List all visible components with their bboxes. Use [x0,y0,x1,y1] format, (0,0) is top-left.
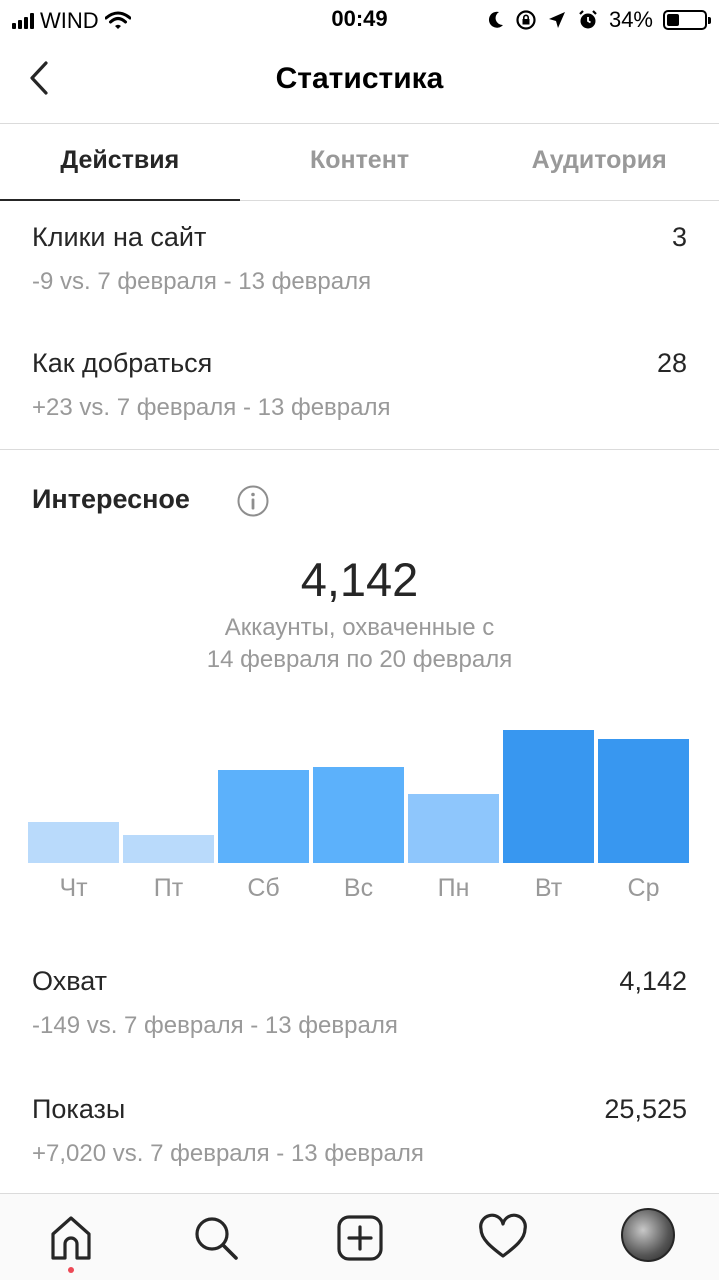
alarm-icon [579,10,597,29]
metric-value: 4,142 [619,966,687,996]
tab-bar: Действия Контент Аудитория [0,124,719,201]
metric-website-clicks: Клики на сайт 3 -9 vs. 7 февраля - 13 фе… [32,222,687,312]
home-icon[interactable] [45,1212,97,1264]
bottom-nav [0,1193,719,1280]
chart-day-label-1: Пт [153,874,184,902]
chart-bar-6 [598,739,689,863]
new-post-icon[interactable] [334,1212,386,1264]
tab-content[interactable]: Контент [240,124,480,200]
header: Статистика [0,40,719,124]
notification-dot [68,1267,74,1273]
profile-avatar[interactable] [621,1208,675,1262]
metric-value: 28 [656,348,687,378]
battery-icon [663,10,711,30]
metric-delta: +7,020 vs. 7 февраля - 13 февраля [32,1140,424,1167]
rotation-lock-icon [516,10,536,30]
status-bar: WIND 00:49 34% [0,0,719,40]
moon-icon [488,11,503,28]
metric-delta: -149 vs. 7 февраля - 13 февраля [32,1012,398,1039]
chart-bar-2 [218,770,309,863]
metric-label: Охват [32,966,108,996]
accounts-reached-period: 14 февраля по 20 февраля [206,646,513,673]
chart-bar-5 [503,730,594,863]
activity-heart-icon[interactable] [477,1212,529,1264]
tab-actions[interactable]: Действия [0,124,240,201]
chart-bar-4 [408,794,499,863]
accounts-reached-total: 4,142 [300,553,419,606]
chart-bar-3 [313,767,404,863]
chart-day-label-0: Чт [59,874,88,902]
metric-label: Клики на сайт [32,222,207,252]
location-icon [548,12,565,28]
tab-audience[interactable]: Аудитория [479,124,719,200]
metric-get-directions: Как добраться 28 +23 vs. 7 февраля - 13 … [32,348,687,438]
chart-day-label-3: Вс [343,874,374,902]
section-divider [0,449,719,450]
battery-fill [667,14,679,26]
chart-bar-1 [123,835,214,863]
info-icon[interactable] [236,484,270,518]
metric-value: 25,525 [604,1094,687,1124]
metric-delta: +23 vs. 7 февраля - 13 февраля [32,394,391,421]
accounts-reached-caption: Аккаунты, охваченные с [224,614,495,641]
metric-reach: Охват 4,142 -149 vs. 7 февраля - 13 февр… [32,966,687,1056]
metric-impressions: Показы 25,525 +7,020 vs. 7 февраля - 13 … [32,1094,687,1184]
chart-day-label-2: Сб [247,874,280,902]
metric-value: 3 [671,222,687,252]
metric-delta: -9 vs. 7 февраля - 13 февраля [32,268,372,295]
reach-bar-chart: Чт Пт Сб Вс Пн Вт Ср [28,700,692,910]
chart-day-label-6: Ср [627,874,660,902]
search-icon[interactable] [190,1212,242,1264]
battery-percent: 34% [608,7,653,32]
chart-bar-0 [28,822,119,863]
chart-day-label-5: Вт [534,874,563,902]
section-title: Интересное [32,484,190,514]
metric-label: Показы [32,1094,126,1124]
page-title: Статистика [275,62,444,95]
chart-day-label-4: Пн [437,874,470,902]
metric-label: Как добраться [32,348,213,378]
status-icons: 34% [487,7,711,33]
